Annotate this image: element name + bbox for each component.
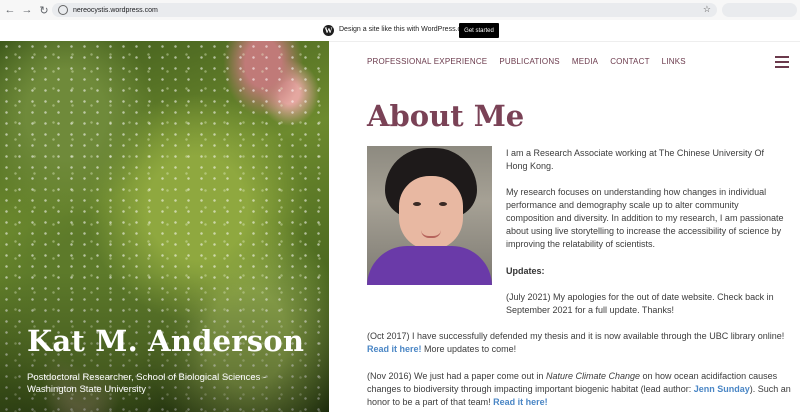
update-2017: (Oct 2017) I have successfully defended …: [367, 330, 793, 356]
jenn-sunday-link[interactable]: Jenn Sunday: [694, 384, 750, 394]
hamburger-line: [775, 56, 789, 58]
photo-face: [399, 176, 463, 250]
wordpress-banner: W Design a site like this with WordPress…: [0, 20, 800, 42]
profile-photo: [367, 146, 492, 285]
site-title[interactable]: Kat M. Anderson: [27, 324, 304, 358]
photo-eye: [439, 202, 447, 206]
forward-icon[interactable]: →: [20, 3, 34, 17]
nav-contact[interactable]: CONTACT: [610, 57, 649, 66]
wordpress-logo-icon[interactable]: W: [323, 25, 334, 36]
hamburger-line: [775, 61, 789, 63]
site-tagline: Postdoctoral Researcher, School of Biolo…: [27, 372, 267, 395]
nav-media[interactable]: MEDIA: [572, 57, 598, 66]
updates-heading: Updates:: [506, 265, 706, 278]
reload-icon[interactable]: ↻: [37, 3, 51, 17]
main-navigation: PROFESSIONAL EXPERIENCE PUBLICATIONS MED…: [367, 57, 698, 66]
journal-name: Nature Climate Change: [545, 371, 641, 381]
page-title: About Me: [367, 99, 525, 133]
update-2016: (Nov 2016) We just had a paper come out …: [367, 370, 793, 409]
address-bar[interactable]: nereocystis.wordpress.com ☆: [52, 3, 717, 17]
extension-area[interactable]: [722, 3, 797, 17]
update-2017-text: (Oct 2017) I have successfully defended …: [367, 331, 785, 341]
photo-jacket: [367, 246, 492, 285]
updates-heading-text: Updates:: [506, 266, 545, 276]
site-info-icon[interactable]: [58, 5, 68, 15]
get-started-button[interactable]: Get started: [459, 23, 499, 38]
nav-publications[interactable]: PUBLICATIONS: [499, 57, 560, 66]
nav-links[interactable]: LINKS: [662, 57, 686, 66]
browser-toolbar: ← → ↻ nereocystis.wordpress.com ☆: [0, 0, 800, 21]
bookmark-star-icon[interactable]: ☆: [703, 4, 711, 15]
read-paper-link[interactable]: Read it here!: [493, 397, 548, 407]
update-2017-more: More updates to come!: [424, 344, 517, 354]
hero-image: Kat M. Anderson Postdoctoral Researcher,…: [0, 41, 329, 412]
intro-paragraph: I am a Research Associate working at The…: [506, 148, 764, 171]
photo-eye: [413, 202, 421, 206]
banner-text[interactable]: Design a site like this with WordPress.c…: [339, 26, 471, 33]
hamburger-icon[interactable]: [775, 56, 789, 68]
update-2021: (July 2021) My apologies for the out of …: [506, 292, 774, 315]
nav-professional-experience[interactable]: PROFESSIONAL EXPERIENCE: [367, 57, 487, 66]
read-thesis-link[interactable]: Read it here!: [367, 344, 422, 354]
hamburger-line: [775, 66, 789, 68]
update-2016-text: (Nov 2016) We just had a paper come out …: [367, 371, 544, 381]
research-paragraph: My research focuses on understanding how…: [506, 187, 784, 249]
url-text[interactable]: nereocystis.wordpress.com: [73, 7, 158, 14]
back-icon[interactable]: ←: [3, 3, 17, 17]
